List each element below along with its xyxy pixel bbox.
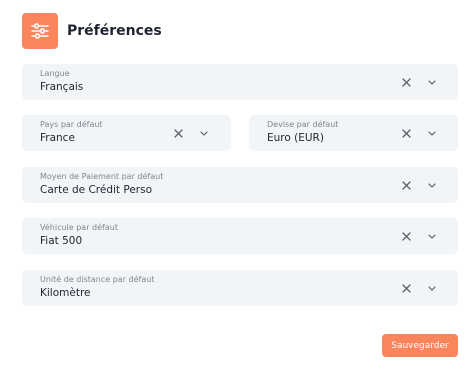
save-button[interactable]: Sauvegarder (382, 334, 458, 357)
paiement-select[interactable]: Moyen de Paiement par défaut Carte de Cr… (22, 167, 458, 203)
langue-select[interactable]: Langue Français (22, 64, 458, 100)
sliders-icon (22, 13, 58, 49)
pays-label: Pays par défaut (40, 120, 103, 129)
clear-icon[interactable] (399, 126, 413, 140)
vehicule-value: Fiat 500 (40, 235, 83, 247)
chevron-down-icon[interactable] (197, 126, 211, 140)
vehicule-select[interactable]: Véhicule par défaut Fiat 500 (22, 218, 458, 254)
clear-icon[interactable] (399, 75, 413, 89)
pays-value: France (40, 132, 75, 144)
pays-select[interactable]: Pays par défaut France (22, 115, 231, 151)
chevron-down-icon[interactable] (425, 281, 439, 295)
vehicule-label: Véhicule par défaut (40, 223, 118, 232)
devise-label: Devise par défaut (267, 120, 339, 129)
paiement-value: Carte de Crédit Perso (40, 184, 153, 196)
clear-icon[interactable] (171, 126, 185, 140)
paiement-label: Moyen de Paiement par défaut (40, 172, 164, 181)
devise-select[interactable]: Devise par défaut Euro (EUR) (249, 115, 458, 151)
distance-label: Unité de distance par défaut (40, 275, 155, 284)
page-title: Préférences (67, 23, 162, 39)
chevron-down-icon[interactable] (425, 75, 439, 89)
langue-label: Langue (40, 69, 70, 78)
devise-value: Euro (EUR) (267, 132, 324, 144)
distance-select[interactable]: Unité de distance par défaut Kilomètre (22, 270, 458, 306)
chevron-down-icon[interactable] (425, 178, 439, 192)
distance-value: Kilomètre (40, 287, 91, 299)
chevron-down-icon[interactable] (425, 229, 439, 243)
clear-icon[interactable] (399, 281, 413, 295)
chevron-down-icon[interactable] (425, 126, 439, 140)
clear-icon[interactable] (399, 178, 413, 192)
langue-value: Français (40, 81, 84, 93)
clear-icon[interactable] (399, 229, 413, 243)
page-header: Préférences (22, 13, 162, 49)
